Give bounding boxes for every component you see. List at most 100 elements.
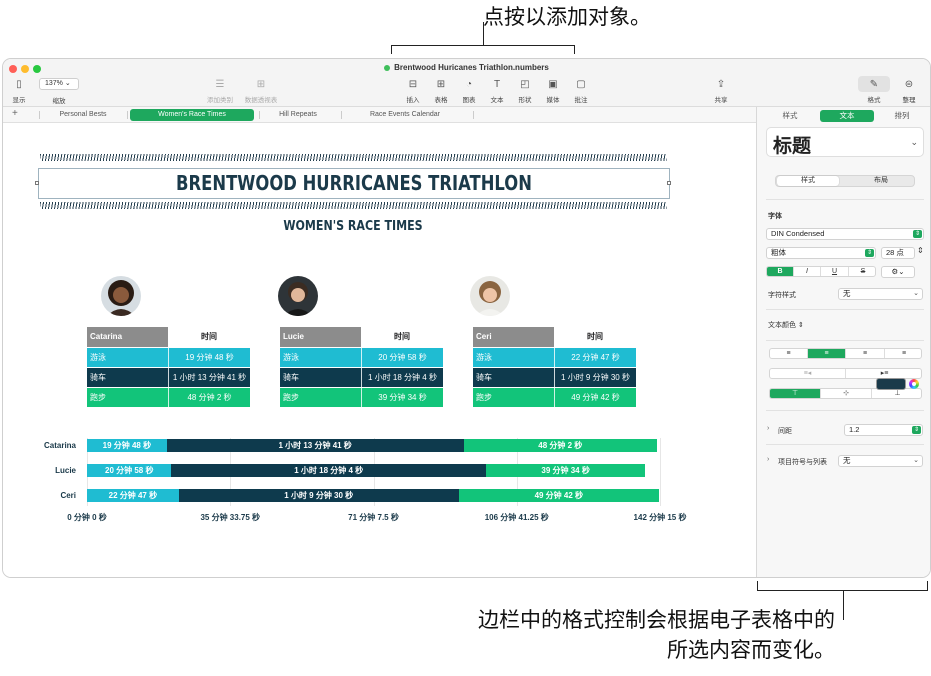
callout-bottom-bracket-right bbox=[927, 581, 928, 591]
strikethrough-button[interactable]: S bbox=[849, 267, 875, 276]
add-category-button[interactable]: ☰ 添加类别 bbox=[203, 79, 237, 104]
x-tick-label: 71 分钟 7.5 秒 bbox=[348, 513, 399, 522]
char-style-select[interactable]: 无 ⌄ bbox=[838, 288, 923, 300]
bar-segment[interactable]: 22 分钟 47 秒 bbox=[87, 489, 179, 502]
paragraph-style-popup[interactable]: 标题 ⌄ bbox=[766, 127, 924, 157]
sheet-canvas: BRENTWOOD HURRICANES TRIATHLON WOMEN'S R… bbox=[3, 123, 756, 577]
gridline bbox=[660, 438, 661, 506]
tab-race-events-calendar[interactable]: Race Events Calendar bbox=[355, 109, 455, 121]
callout-top-leader bbox=[483, 22, 484, 45]
font-size-field[interactable]: 28 点 bbox=[881, 247, 915, 259]
bar-segment[interactable]: 1 小时 9 分钟 30 秒 bbox=[178, 489, 459, 502]
tab-text[interactable]: 文本 bbox=[820, 110, 874, 122]
x-tick-label: 35 分钟 33.75 秒 bbox=[200, 513, 261, 522]
callout-bottom-line2: 所选内容而变化。 bbox=[667, 638, 835, 662]
callout-top-bracket bbox=[391, 45, 575, 46]
pivot-table-icon: ⊞ bbox=[256, 79, 266, 90]
pivot-table-button[interactable]: ⊞ 数据透视表 bbox=[244, 79, 278, 104]
race-times-chart[interactable]: 0 分钟 0 秒 35 分钟 33.75 秒 71 分钟 7.5 秒 106 分钟 4… bbox=[3, 123, 756, 577]
segment-layout[interactable]: 布局 bbox=[848, 176, 914, 186]
align-bottom-button[interactable]: ⊥ bbox=[872, 389, 921, 398]
divider bbox=[766, 444, 924, 445]
view-button[interactable]: ▯ 显示 bbox=[3, 79, 36, 104]
toolbar: Brentwood Huricanes Triathlon.numbers ▯ … bbox=[3, 59, 930, 107]
bar-segment[interactable]: 1 小时 13 分钟 41 秒 bbox=[166, 439, 464, 452]
tab-arrange[interactable]: 排列 bbox=[879, 110, 925, 122]
align-top-button[interactable]: ⊤ bbox=[770, 389, 821, 398]
category-icon: ☰ bbox=[215, 79, 225, 90]
comment-button[interactable]: ▢ 批注 bbox=[564, 79, 598, 104]
divider bbox=[766, 410, 924, 411]
align-middle-button[interactable]: ⊹ bbox=[821, 389, 872, 398]
align-left-button[interactable]: ≡ bbox=[770, 349, 808, 358]
chevron-down-icon: ⌄ bbox=[913, 290, 919, 297]
decrease-indent-button[interactable]: ≡◂ bbox=[770, 369, 846, 378]
callout-bottom-line1: 边栏中的格式控制会根据电子表格中的 bbox=[478, 608, 835, 632]
bar-segment[interactable]: 1 小时 18 分钟 4 秒 bbox=[171, 464, 486, 477]
bar-segment[interactable]: 49 分钟 42 秒 bbox=[458, 489, 659, 502]
divider bbox=[766, 309, 924, 310]
font-name-select[interactable]: DIN Condensed ⇕ bbox=[766, 228, 924, 240]
tab-style[interactable]: 样式 bbox=[767, 110, 813, 122]
tab-womens-race-times[interactable]: Women's Race Times bbox=[130, 109, 254, 121]
sheet-tab-bar: + Personal Bests Women's Race Times Hill… bbox=[3, 107, 756, 123]
underline-button[interactable]: U bbox=[821, 267, 849, 276]
text-color-swatch[interactable] bbox=[876, 378, 906, 390]
tab-personal-bests[interactable]: Personal Bests bbox=[43, 109, 123, 121]
italic-button[interactable]: I bbox=[794, 267, 821, 276]
chevron-updown-icon: ⇕ bbox=[865, 249, 874, 257]
bar-segment[interactable]: 20 分钟 58 秒 bbox=[87, 464, 172, 477]
callout-top-bracket-left bbox=[391, 45, 392, 54]
tab-divider bbox=[473, 111, 474, 119]
spacing-select[interactable]: 1.2 ⇕ bbox=[844, 424, 923, 436]
style-layout-segment: 样式 布局 bbox=[775, 175, 915, 187]
callout-top-bracket-right bbox=[574, 45, 575, 54]
text-options-button[interactable]: ⚙⌄ bbox=[881, 266, 915, 278]
tab-divider bbox=[341, 111, 342, 119]
bar-segment[interactable]: 19 分钟 48 秒 bbox=[87, 439, 167, 452]
organize-icon: ⊜ bbox=[904, 79, 914, 90]
align-center-button[interactable]: ≡ bbox=[808, 349, 846, 358]
organize-button[interactable]: ⊜ 整理 bbox=[892, 79, 926, 104]
chevron-updown-icon: ⇕ bbox=[912, 426, 921, 434]
align-right-button[interactable]: ≡ bbox=[846, 349, 885, 358]
font-weight-select[interactable]: 粗体 ⇕ bbox=[766, 247, 876, 259]
callout-bottom-leader bbox=[843, 590, 844, 620]
color-wheel-icon[interactable] bbox=[909, 379, 919, 389]
category-label: Lucie bbox=[55, 466, 76, 475]
divider bbox=[766, 199, 924, 200]
align-justify-button[interactable]: ≡ bbox=[885, 349, 921, 358]
format-button[interactable]: ✎ 格式 bbox=[857, 79, 891, 104]
share-icon: ⇪ bbox=[716, 79, 726, 90]
tab-divider bbox=[127, 111, 128, 119]
document-status-icon bbox=[384, 64, 391, 71]
font-size-stepper[interactable]: ⇕ bbox=[917, 246, 924, 255]
callout-top: 点按以添加对象。 bbox=[483, 5, 651, 29]
spacing-label[interactable]: 间距 bbox=[778, 426, 792, 436]
text-color-label: 文本颜色 ⇕ bbox=[768, 322, 804, 329]
bullets-select[interactable]: 无 ⌄ bbox=[838, 455, 923, 467]
sidebar-icon: ▯ bbox=[16, 79, 22, 90]
tab-hill-repeats[interactable]: Hill Repeats bbox=[265, 109, 331, 121]
increase-indent-button[interactable]: ▸≡ bbox=[846, 369, 921, 378]
bar-segment[interactable]: 48 分钟 2 秒 bbox=[463, 439, 658, 452]
segment-style[interactable]: 样式 bbox=[777, 176, 839, 186]
zoom-label-item: 缩放 bbox=[52, 98, 66, 105]
bullets-label[interactable]: 项目符号与列表 bbox=[778, 457, 827, 467]
category-label: Catarina bbox=[43, 441, 76, 450]
x-tick-label: 0 分钟 0 秒 bbox=[67, 513, 107, 522]
chevron-right-icon[interactable]: › bbox=[767, 425, 769, 432]
chevron-down-icon: ⌄ bbox=[913, 457, 919, 464]
share-button[interactable]: ⇪ 共享 bbox=[704, 79, 738, 104]
add-sheet-icon[interactable]: + bbox=[12, 108, 18, 119]
app-window: Brentwood Huricanes Triathlon.numbers ▯ … bbox=[2, 58, 931, 578]
bold-button[interactable]: B bbox=[767, 267, 794, 276]
char-style-label: 字符样式 bbox=[768, 292, 796, 299]
chevron-right-icon[interactable]: › bbox=[767, 456, 769, 463]
tab-divider bbox=[259, 111, 260, 119]
chevron-updown-icon: ⇕ bbox=[913, 230, 922, 238]
category-label: Ceri bbox=[60, 491, 76, 500]
x-tick-label: 142 分钟 15 秒 bbox=[633, 513, 687, 522]
bar-segment[interactable]: 39 分钟 34 秒 bbox=[485, 464, 646, 477]
paintbrush-icon: ✎ bbox=[869, 79, 879, 90]
